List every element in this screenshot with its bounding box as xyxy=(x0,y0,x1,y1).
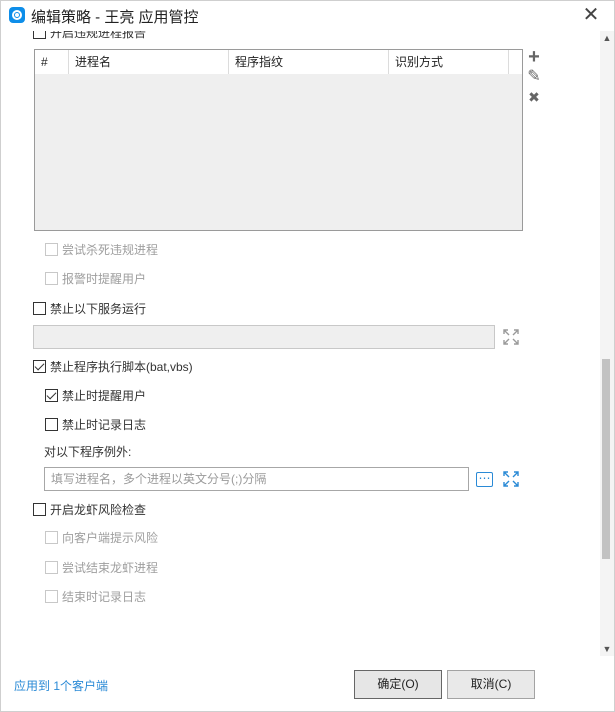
close-button[interactable]: ✕ xyxy=(579,4,603,28)
end-log-label: 结束时记录日志 xyxy=(62,590,147,604)
illegal-process-report-option[interactable]: 开启违规进程报告 xyxy=(33,31,146,41)
scrollbar-thumb[interactable] xyxy=(602,359,610,559)
try-end-longxia-checkbox[interactable] xyxy=(45,561,58,574)
add-icon[interactable]: + xyxy=(525,47,543,67)
policy-form: 开启违规进程报告 # 进程名 程序指纹 识别方式 + ✎ ✖ 尝试杀死违规进程 … xyxy=(2,31,600,656)
forbid-services-label: 禁止以下服务运行 xyxy=(50,302,147,316)
alarm-notify-checkbox[interactable] xyxy=(45,272,58,285)
expand-icon[interactable] xyxy=(503,329,519,345)
window-title: 编辑策略 - 王亮 应用管控 xyxy=(31,9,199,26)
ok-button[interactable]: 确定(O) xyxy=(354,670,442,699)
dialog-footer: 应用到 1个客户端 确定(O) 取消(C) xyxy=(2,656,614,711)
try-end-longxia-option[interactable]: 尝试结束龙虾进程 xyxy=(45,559,158,576)
longxia-check-option[interactable]: 开启龙虾风险检查 xyxy=(33,501,146,518)
more-options-icon[interactable]: ⋯ xyxy=(476,472,493,487)
forbid-notify-label: 禁止时提醒用户 xyxy=(62,389,147,403)
process-table[interactable]: # 进程名 程序指纹 识别方式 xyxy=(34,49,523,231)
try-kill-label: 尝试杀死违规进程 xyxy=(62,243,159,257)
end-log-checkbox[interactable] xyxy=(45,590,58,603)
client-warn-checkbox[interactable] xyxy=(45,531,58,544)
forbid-log-checkbox[interactable] xyxy=(45,418,58,431)
alarm-notify-option[interactable]: 报警时提醒用户 xyxy=(45,270,146,287)
forbid-log-label: 禁止时记录日志 xyxy=(62,418,147,432)
try-kill-checkbox[interactable] xyxy=(45,243,58,256)
forbid-services-checkbox[interactable] xyxy=(33,302,46,315)
illegal-process-report-checkbox[interactable] xyxy=(33,31,46,39)
delete-icon[interactable]: ✖ xyxy=(525,88,543,106)
try-end-longxia-label: 尝试结束龙虾进程 xyxy=(62,561,159,575)
exceptions-input[interactable]: 填写进程名，多个进程以英文分号(;)分隔 xyxy=(44,467,469,491)
try-kill-option[interactable]: 尝试杀死违规进程 xyxy=(45,241,158,258)
column-header-fingerprint[interactable]: 程序指纹 xyxy=(229,50,389,74)
column-header-identify-method[interactable]: 识别方式 xyxy=(389,50,509,74)
forbid-notify-option[interactable]: 禁止时提醒用户 xyxy=(45,387,146,404)
longxia-check-label: 开启龙虾风险检查 xyxy=(50,503,147,517)
end-log-option[interactable]: 结束时记录日志 xyxy=(45,588,146,605)
vertical-scrollbar[interactable]: ▲ ▼ xyxy=(600,31,614,656)
forbid-scripts-label: 禁止程序执行脚本(bat,vbs) xyxy=(50,360,193,374)
scroll-down-icon[interactable]: ▼ xyxy=(600,642,614,656)
edit-policy-dialog: 编辑策略 - 王亮 应用管控 ✕ 开启违规进程报告 # 进程名 程序指纹 识别方… xyxy=(0,0,615,712)
longxia-check-checkbox[interactable] xyxy=(33,503,46,516)
client-warn-option[interactable]: 向客户端提示风险 xyxy=(45,529,158,546)
forbid-scripts-option[interactable]: 禁止程序执行脚本(bat,vbs) xyxy=(33,358,193,375)
cancel-button[interactable]: 取消(C) xyxy=(447,670,535,699)
column-header-process-name[interactable]: 进程名 xyxy=(69,50,229,74)
process-table-header: # 进程名 程序指纹 识别方式 xyxy=(35,50,522,74)
edit-icon[interactable]: ✎ xyxy=(525,68,543,86)
forbid-services-option[interactable]: 禁止以下服务运行 xyxy=(33,300,146,317)
expand-icon[interactable] xyxy=(503,471,519,487)
illegal-process-report-label: 开启违规进程报告 xyxy=(50,31,147,40)
column-header-index[interactable]: # xyxy=(35,50,69,74)
forbid-notify-checkbox[interactable] xyxy=(45,389,58,402)
services-input[interactable] xyxy=(33,325,495,349)
scroll-up-icon[interactable]: ▲ xyxy=(600,31,614,45)
title-bar: 编辑策略 - 王亮 应用管控 ✕ xyxy=(1,1,614,31)
forbid-scripts-checkbox[interactable] xyxy=(33,360,46,373)
forbid-log-option[interactable]: 禁止时记录日志 xyxy=(45,416,146,433)
apply-to-clients-link[interactable]: 应用到 1个客户端 xyxy=(14,677,108,694)
teamviewer-logo-icon xyxy=(9,7,25,23)
exceptions-label: 对以下程序例外: xyxy=(44,445,132,459)
client-warn-label: 向客户端提示风险 xyxy=(62,531,159,545)
alarm-notify-label: 报警时提醒用户 xyxy=(62,272,147,286)
